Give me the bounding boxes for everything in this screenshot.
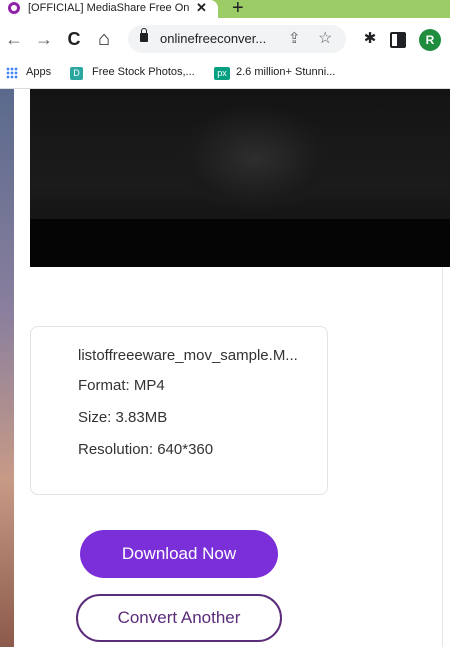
share-icon[interactable]: ⇪ <box>288 29 301 47</box>
file-info-box: listoffreeeware_mov_sample.M... Format: … <box>30 326 328 495</box>
bookmark-px-icon: px <box>214 67 230 80</box>
file-resolution: Resolution: 640*360 <box>78 441 214 458</box>
bookmark-free-stock-photos[interactable]: Free Stock Photos,... <box>92 66 195 78</box>
page-background <box>0 89 14 647</box>
back-icon[interactable]: ← <box>3 28 25 50</box>
tab-title: [OFFICIAL] MediaShare Free Online <box>28 2 190 14</box>
close-tab-icon[interactable]: ✕ <box>196 0 207 16</box>
page-viewport: listoffreeeware_mov_sample.M... Format: … <box>0 89 450 647</box>
new-tab-icon[interactable]: + <box>232 0 244 20</box>
bookmark-d-icon: D <box>70 67 83 80</box>
bookmark-stunning-images[interactable]: 2.6 million+ Stunni... <box>236 66 335 78</box>
bookmarks-bar: Apps D Free Stock Photos,... px 2.6 mill… <box>0 60 450 89</box>
file-size: Size: 3.83MB <box>78 409 168 426</box>
video-preview[interactable] <box>30 89 450 267</box>
forward-icon[interactable]: → <box>33 28 55 50</box>
file-name: listoffreeeware_mov_sample.M... <box>78 347 298 364</box>
convert-another-button[interactable]: Convert Another <box>76 594 282 642</box>
file-format: Format: MP4 <box>78 377 165 394</box>
bookmark-star-icon[interactable]: ☆ <box>318 28 332 48</box>
bookmark-apps[interactable]: Apps <box>26 66 51 78</box>
download-now-button[interactable]: Download Now <box>80 530 278 578</box>
lock-icon[interactable] <box>140 28 148 42</box>
apps-grid-icon[interactable] <box>6 67 18 79</box>
mediashare-favicon-icon <box>8 2 20 14</box>
browser-tab[interactable]: [OFFICIAL] MediaShare Free Online ✕ <box>0 0 218 18</box>
side-panel-icon[interactable] <box>390 32 406 48</box>
browser-toolbar: ← → C ⌂ onlinefreeconver... ⇪ ☆ ✱ R <box>0 18 450 60</box>
home-icon[interactable]: ⌂ <box>93 28 115 50</box>
profile-avatar[interactable]: R <box>419 29 441 51</box>
extensions-icon[interactable]: ✱ <box>359 28 381 50</box>
reload-icon[interactable]: C <box>63 28 85 50</box>
tab-strip: [OFFICIAL] MediaShare Free Online ✕ + <box>0 0 450 20</box>
address-bar[interactable]: onlinefreeconver... ⇪ ☆ <box>128 25 346 53</box>
url-text[interactable]: onlinefreeconver... <box>160 31 266 46</box>
